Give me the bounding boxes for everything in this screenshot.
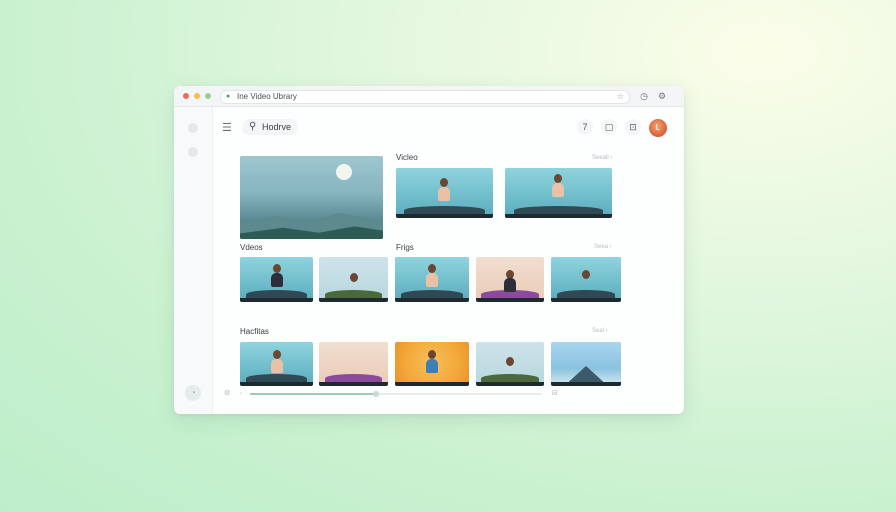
video-thumbnail[interactable]	[395, 342, 469, 386]
sidebar-library-icon[interactable]	[188, 147, 198, 157]
clock-icon[interactable]: ◷	[638, 90, 650, 102]
person-graphic	[273, 350, 281, 359]
player-controls: ⚙ ‹ ⊟	[224, 389, 624, 399]
person-graphic	[273, 264, 281, 273]
person-graphic	[428, 264, 436, 273]
close-window-button[interactable]	[183, 93, 189, 99]
video-thumbnail[interactable]	[240, 342, 313, 386]
video-thumbnail[interactable]	[505, 168, 612, 218]
floor-graphic	[505, 214, 612, 218]
star-icon[interactable]: ☆	[617, 91, 624, 103]
video-thumbnail[interactable]	[551, 342, 621, 386]
person-graphic	[428, 350, 436, 359]
floor-graphic	[476, 382, 544, 386]
person-graphic	[582, 270, 590, 279]
video-thumbnail[interactable]	[396, 168, 493, 218]
person-graphic	[554, 174, 562, 183]
floor-graphic	[396, 214, 493, 218]
maximize-window-button[interactable]	[205, 93, 211, 99]
hamburger-menu-icon[interactable]: ☰	[222, 122, 232, 134]
search-input[interactable]: ⚲ Hodrve	[242, 119, 298, 135]
floor-graphic	[551, 382, 621, 386]
floor-graphic	[395, 382, 469, 386]
gear-icon[interactable]: ⚙	[224, 389, 230, 399]
person-graphic	[350, 273, 358, 282]
floor-graphic	[319, 382, 388, 386]
sidebar-home-icon[interactable]	[188, 123, 198, 133]
floor-graphic	[240, 298, 313, 302]
see-all-link-row2[interactable]: Seal ›	[592, 328, 608, 334]
progress-track[interactable]	[250, 391, 542, 397]
mountain-graphic	[568, 366, 604, 382]
see-all-link-featured[interactable]: Seeall ›	[592, 155, 612, 161]
settings-icon[interactable]: ⚙	[656, 90, 668, 102]
floor-graphic	[319, 298, 388, 302]
section-title-frigs: Frigs	[396, 243, 414, 252]
person-graphic	[506, 357, 514, 366]
section-title-featured: Vicleo	[396, 153, 418, 162]
video-thumbnail[interactable]	[319, 342, 388, 386]
title-bar: ● Ine Video Ubrary ☆ ◷ ⚙	[174, 86, 684, 107]
camera-button[interactable]: ⊡	[625, 119, 641, 135]
sidebar: ◔	[174, 107, 213, 414]
fullscreen-icon[interactable]: ⊟	[552, 389, 558, 399]
address-bar[interactable]: ● Ine Video Ubrary ☆	[220, 90, 630, 104]
person-body-graphic	[438, 187, 450, 201]
browser-window: ● Ine Video Ubrary ☆ ◷ ⚙ ◔ ☰ ⚲ Hodrve 7 …	[174, 86, 684, 414]
rewind-icon[interactable]: ‹	[240, 389, 242, 399]
person-body-graphic	[504, 278, 516, 292]
person-body-graphic	[426, 273, 438, 287]
floor-graphic	[476, 298, 544, 302]
person-body-graphic	[552, 183, 564, 197]
progress-handle[interactable]	[372, 391, 379, 397]
video-thumbnail[interactable]	[476, 257, 544, 302]
floor-graphic	[395, 298, 469, 302]
search-text: Hodrve	[262, 122, 292, 132]
lock-icon: ●	[226, 93, 231, 100]
section-title-videos: Vdeos	[240, 243, 263, 252]
address-text: Ine Video Ubrary	[237, 92, 297, 101]
screen-button[interactable]: ▢	[601, 119, 617, 135]
progress-fill	[250, 393, 376, 395]
sidebar-profile-icon[interactable]: ◔	[185, 385, 201, 401]
section-title-hacfitas: Hacfitas	[240, 327, 269, 336]
avatar[interactable]: L	[649, 119, 667, 137]
video-thumbnail[interactable]	[395, 257, 469, 302]
help-button[interactable]: 7	[577, 119, 593, 135]
see-all-link-row1[interactable]: Seea ›	[594, 244, 612, 250]
search-icon: ⚲	[249, 121, 257, 132]
person-body-graphic	[271, 273, 283, 287]
video-thumbnail[interactable]	[240, 257, 313, 302]
video-thumbnail[interactable]	[476, 342, 544, 386]
video-thumbnail[interactable]	[551, 257, 621, 302]
person-body-graphic	[426, 359, 438, 373]
floor-graphic	[240, 382, 313, 386]
sun-graphic	[336, 164, 352, 180]
minimize-window-button[interactable]	[194, 93, 200, 99]
person-graphic	[440, 178, 448, 187]
floor-graphic	[551, 298, 621, 302]
person-body-graphic	[271, 359, 283, 373]
video-thumbnail[interactable]	[319, 257, 388, 302]
featured-video-thumbnail[interactable]	[240, 156, 383, 239]
